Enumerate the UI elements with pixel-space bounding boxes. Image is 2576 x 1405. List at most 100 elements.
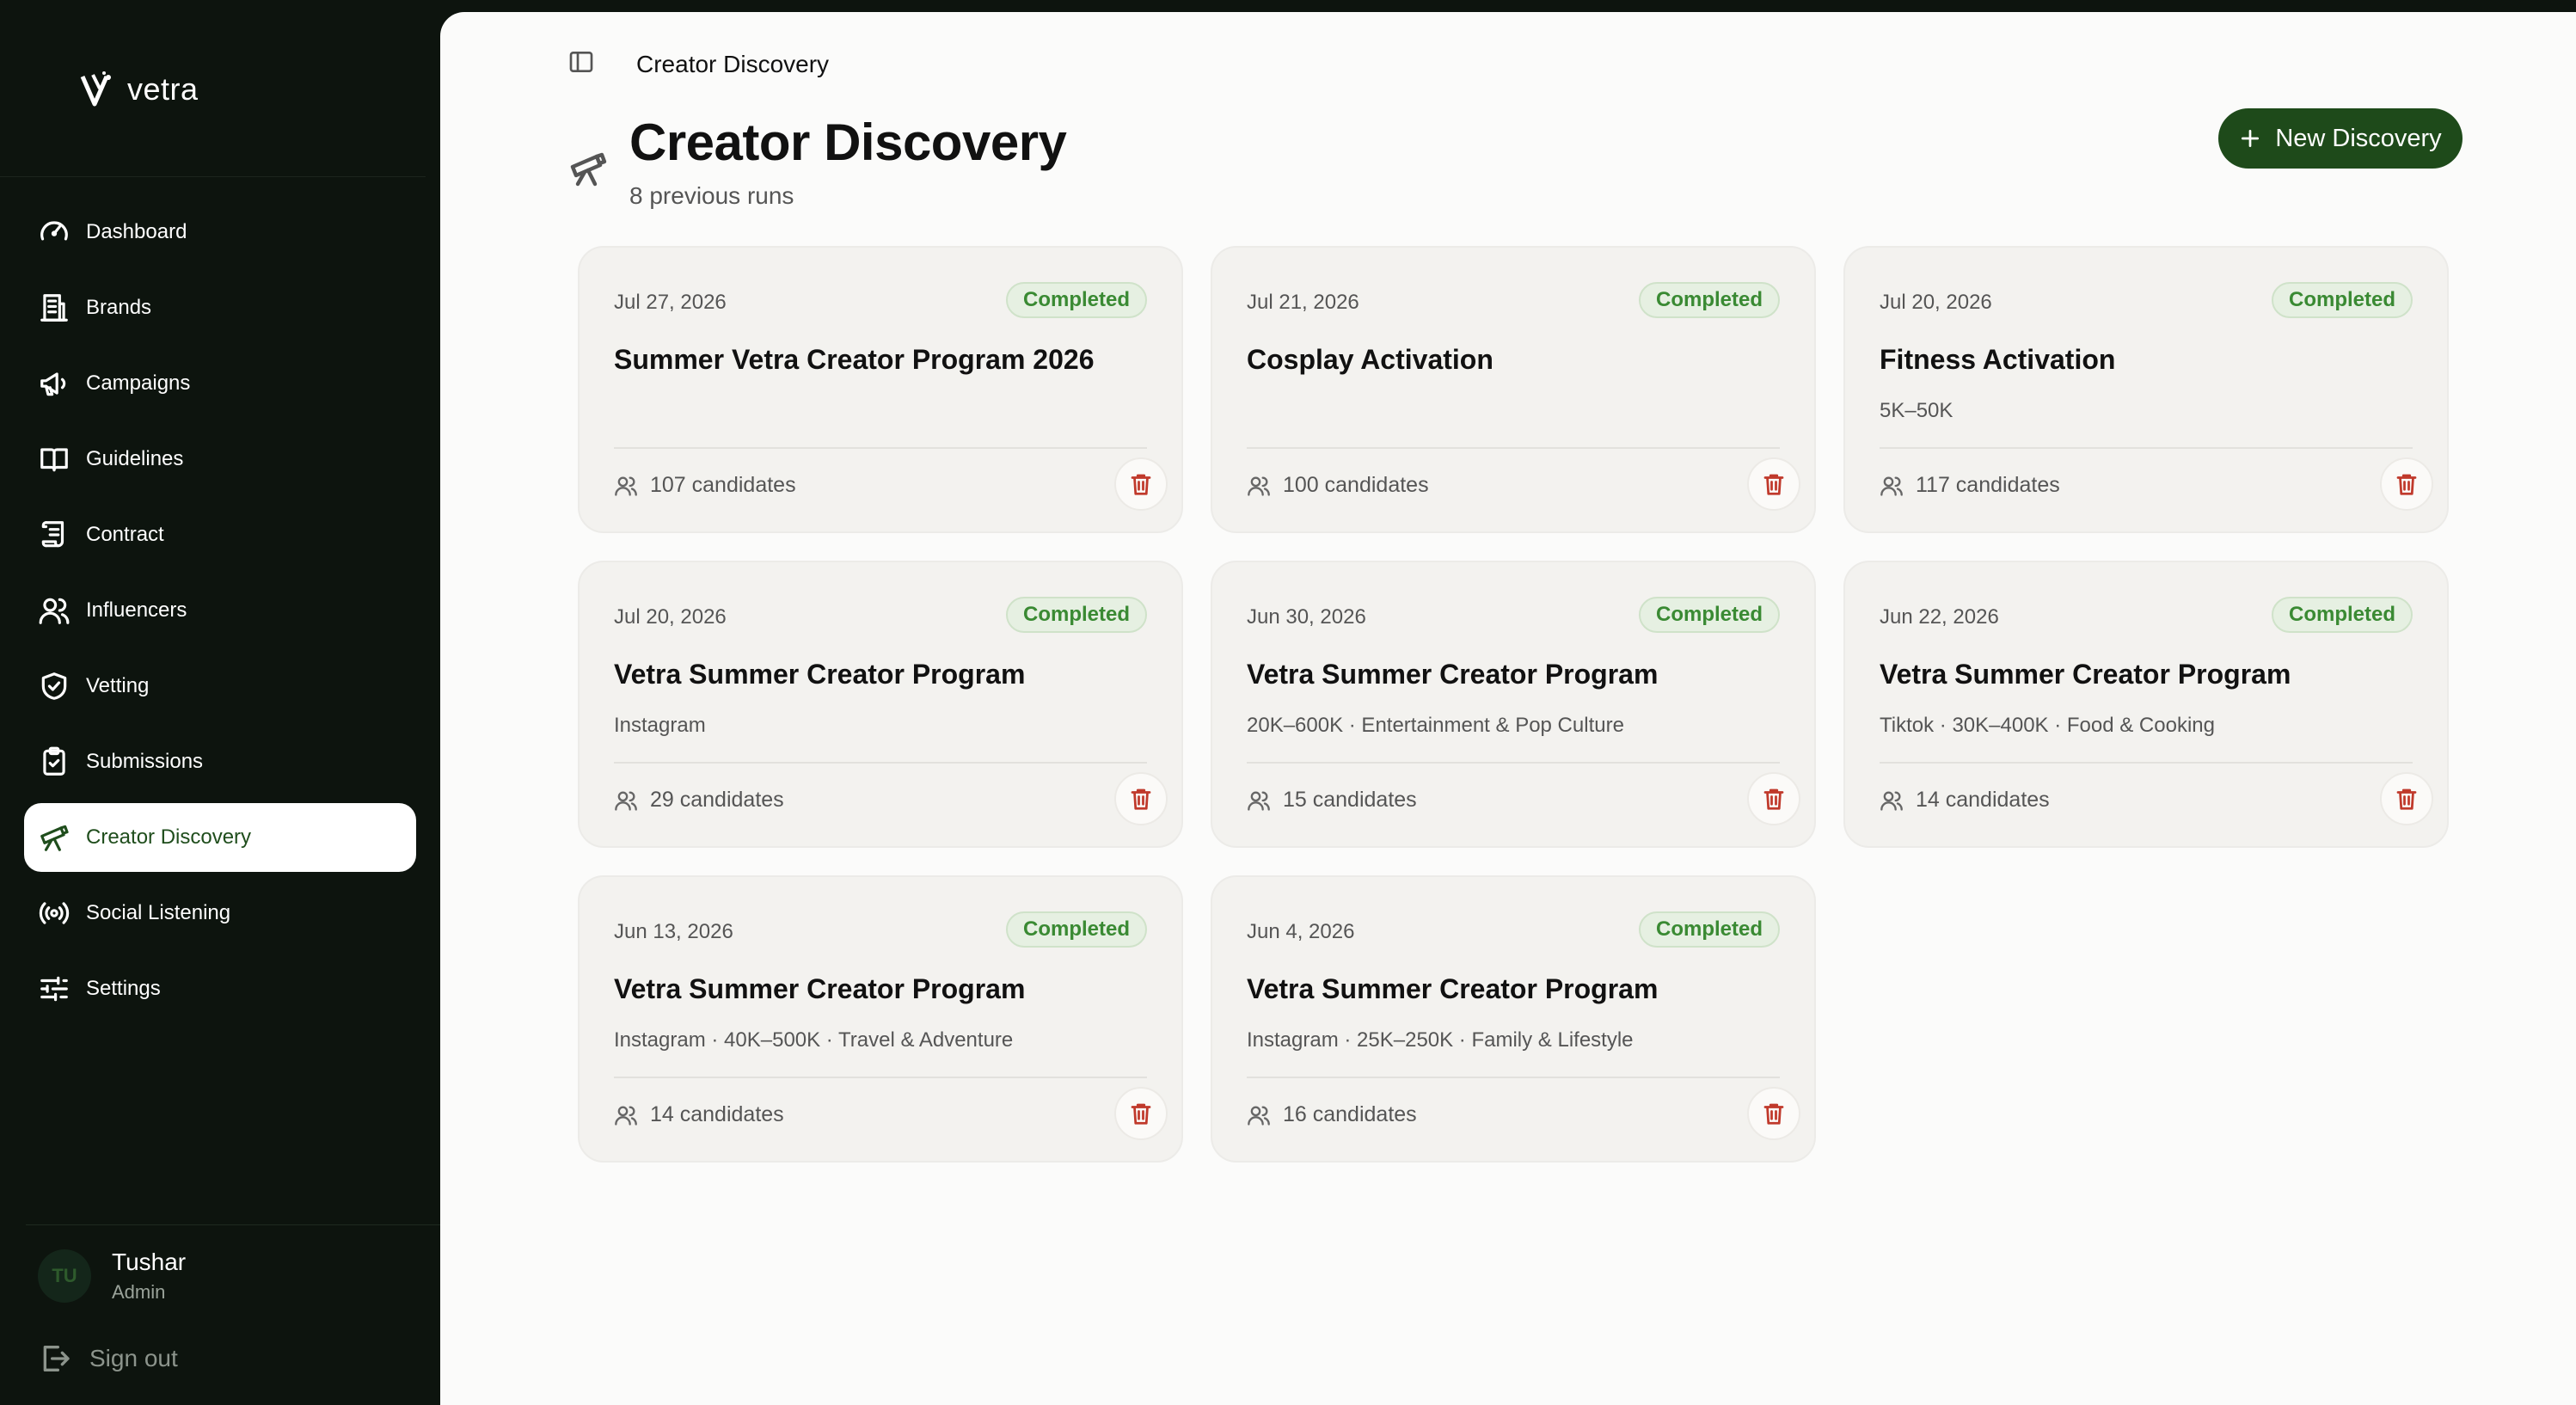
sidebar-item-dashboard[interactable]: Dashboard: [24, 198, 416, 267]
sidebar-item-label: Dashboard: [86, 220, 187, 243]
sidebar-item-label: Social Listening: [86, 901, 231, 924]
users-icon: [615, 476, 637, 496]
delete-button[interactable]: [1747, 1087, 1800, 1140]
building-icon: [38, 291, 71, 324]
users-icon: [1880, 476, 1903, 496]
delete-button[interactable]: [1747, 772, 1800, 825]
run-title: Vetra Summer Creator Program: [614, 973, 1026, 1004]
discovery-run-card[interactable]: Jul 21, 2026 Completed Cosplay Activatio…: [1211, 246, 1816, 533]
app-name: vetra: [127, 71, 199, 107]
card-divider: [614, 762, 1147, 764]
candidate-count-label: 29 candidates: [650, 788, 784, 812]
gauge-icon: [38, 216, 71, 248]
user-name: Tushar: [112, 1249, 187, 1275]
sign-out-button[interactable]: Sign out: [38, 1341, 178, 1376]
run-meta: 5K–50K: [1880, 399, 1953, 422]
sidebar-item-label: Submissions: [86, 750, 204, 773]
trash-icon: [2396, 474, 2417, 495]
sidebar-item-label: Campaigns: [86, 371, 191, 395]
candidate-count: 117 candidates: [1880, 473, 2060, 498]
user-profile[interactable]: TU Tushar Admin: [38, 1249, 186, 1304]
sidebar-item-settings[interactable]: Settings: [24, 954, 416, 1023]
candidate-count: 15 candidates: [1247, 788, 1417, 813]
sidebar-item-label: Contract: [86, 523, 164, 546]
sidebar-item-label: Creator Discovery: [86, 825, 252, 849]
avatar: TU: [38, 1249, 91, 1303]
status-badge: Completed: [1005, 597, 1147, 633]
sidebar-nav: Dashboard Brands Campaigns Guidelines Co…: [24, 198, 416, 1030]
breadcrumb: Creator Discovery: [636, 50, 830, 77]
candidate-count: 107 candidates: [614, 473, 796, 498]
candidate-count-label: 100 candidates: [1283, 473, 1429, 497]
sidebar: vetra Dashboard Brands Campaigns Guideli…: [0, 0, 440, 1405]
panel-left-icon: [569, 52, 593, 72]
card-divider: [1880, 762, 2413, 764]
run-title: Vetra Summer Creator Program: [614, 659, 1026, 690]
candidate-count-label: 16 candidates: [1283, 1102, 1417, 1126]
page-header: Creator Discovery 8 previous runs: [567, 108, 1067, 210]
candidate-count-label: 107 candidates: [650, 473, 796, 497]
trash-icon: [1763, 1103, 1784, 1125]
delete-button[interactable]: [2380, 772, 2433, 825]
discovery-run-card[interactable]: Jul 20, 2026 Completed Vetra Summer Crea…: [578, 561, 1183, 848]
delete-button[interactable]: [1114, 457, 1168, 511]
users-icon: [1880, 791, 1903, 811]
sidebar-item-brands[interactable]: Brands: [24, 273, 416, 342]
sidebar-item-guidelines[interactable]: Guidelines: [24, 425, 416, 494]
discovery-run-card[interactable]: Jun 22, 2026 Completed Vetra Summer Crea…: [1843, 561, 2449, 848]
sidebar-item-creator-discovery[interactable]: Creator Discovery: [24, 803, 416, 872]
discovery-run-card[interactable]: Jul 20, 2026 Completed Fitness Activatio…: [1843, 246, 2449, 533]
sidebar-item-label: Vetting: [86, 674, 150, 697]
run-meta: 20K–600K · Entertainment & Pop Culture: [1247, 714, 1624, 737]
run-date: Jun 13, 2026: [614, 920, 733, 943]
candidate-count: 100 candidates: [1247, 473, 1429, 498]
delete-button[interactable]: [1114, 772, 1168, 825]
telescope-icon: [567, 108, 609, 193]
users-icon: [1248, 476, 1270, 496]
users-icon: [615, 1106, 637, 1126]
delete-button[interactable]: [2380, 457, 2433, 511]
discovery-runs-grid: Jul 27, 2026 Completed Summer Vetra Crea…: [578, 246, 2449, 1163]
status-badge: Completed: [1005, 911, 1147, 948]
clipboard-check-icon: [38, 745, 71, 778]
card-divider: [614, 447, 1147, 449]
sidebar-item-campaigns[interactable]: Campaigns: [24, 349, 416, 418]
discovery-run-card[interactable]: Jun 4, 2026 Completed Vetra Summer Creat…: [1211, 875, 1816, 1163]
run-meta: Instagram · 25K–250K · Family & Lifestyl…: [1247, 1028, 1634, 1052]
run-title: Summer Vetra Creator Program 2026: [614, 344, 1095, 375]
sidebar-item-submissions[interactable]: Submissions: [24, 727, 416, 796]
discovery-run-card[interactable]: Jun 13, 2026 Completed Vetra Summer Crea…: [578, 875, 1183, 1163]
run-date: Jun 4, 2026: [1247, 920, 1355, 943]
run-date: Jun 30, 2026: [1247, 605, 1366, 629]
run-title: Vetra Summer Creator Program: [1247, 659, 1659, 690]
run-title: Fitness Activation: [1880, 344, 2116, 375]
sidebar-item-contract[interactable]: Contract: [24, 500, 416, 569]
status-badge: Completed: [2271, 282, 2413, 318]
sidebar-item-label: Settings: [86, 977, 161, 1000]
status-badge: Completed: [2271, 597, 2413, 633]
page-subtitle: 8 previous runs: [629, 182, 794, 209]
run-date: Jul 21, 2026: [1247, 291, 1359, 314]
run-meta: Tiktok · 30K–400K · Food & Cooking: [1880, 714, 2215, 737]
card-divider: [1247, 447, 1780, 449]
plus-icon: [2242, 129, 2260, 148]
discovery-run-card[interactable]: Jul 27, 2026 Completed Summer Vetra Crea…: [578, 246, 1183, 533]
run-title: Vetra Summer Creator Program: [1247, 973, 1659, 1004]
sidebar-divider: [0, 176, 426, 177]
status-badge: Completed: [1638, 597, 1780, 633]
sidebar-toggle-button[interactable]: [567, 48, 595, 80]
sidebar-item-vetting[interactable]: Vetting: [24, 652, 416, 721]
discovery-run-card[interactable]: Jun 30, 2026 Completed Vetra Summer Crea…: [1211, 561, 1816, 848]
app-logo[interactable]: vetra: [79, 67, 199, 112]
delete-button[interactable]: [1114, 1087, 1168, 1140]
status-badge: Completed: [1638, 911, 1780, 948]
new-discovery-button[interactable]: New Discovery: [2218, 108, 2463, 169]
card-divider: [1247, 762, 1780, 764]
sliders-icon: [38, 972, 71, 1005]
delete-button[interactable]: [1747, 457, 1800, 511]
user-divider: [26, 1224, 440, 1225]
user-role: Admin: [112, 1281, 166, 1303]
sidebar-item-social-listening[interactable]: Social Listening: [24, 879, 416, 948]
sidebar-item-influencers[interactable]: Influencers: [24, 576, 416, 645]
broadcast-icon: [38, 897, 71, 930]
